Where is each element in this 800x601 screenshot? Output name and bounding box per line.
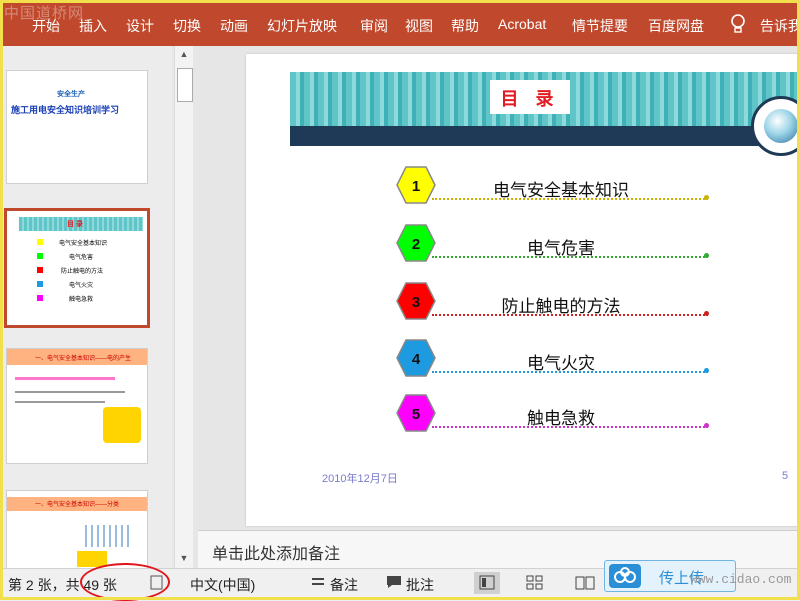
slide-header-dark-band: [290, 126, 800, 146]
lightbulb-icon[interactable]: [729, 13, 747, 40]
thumb-4-title: 一、电气安全基本知识——分类: [35, 502, 120, 508]
thumb-3-line-3: [15, 401, 105, 403]
slide-thumbnail-2[interactable]: 目 录 电气安全基本知识 电气危害 防止触电的方法 电气火灾 触电急救: [4, 208, 150, 328]
slide-thumbnail-1[interactable]: 安全生产 施工用电安全知识培训学习: [6, 70, 148, 184]
reading-view-button[interactable]: [572, 572, 598, 594]
slide-page-number: 5: [782, 470, 789, 482]
cloud-upload-icon: [609, 564, 641, 588]
thumb-2-item-3: 防止触电的方法: [61, 269, 104, 275]
tab-acrobat[interactable]: Acrobat: [498, 16, 546, 32]
toc-end-dot-3: [704, 311, 709, 316]
thumb-2-item-1: 电气安全基本知识: [59, 241, 108, 247]
thumb-1-title: 施工用电安全知识培训学习: [11, 105, 120, 115]
language-indicator[interactable]: 中文(中国): [190, 575, 255, 595]
slide-editing-area: 目 录 1 电气安全基本知识 2 电气危害 3 防止触电的方法 4 电气火灾 5…: [198, 46, 800, 530]
toc-dotted-line-1: [432, 198, 708, 200]
slide-thumbnail-3[interactable]: 一、电气安全基本知识——电的产生: [6, 348, 148, 464]
svg-text:1: 1: [412, 178, 420, 195]
ribbon-tab-bar: 中国道桥网 开始 插入 设计 切换 动画 幻灯片放映 审阅 视图 帮助 Acro…: [0, 0, 800, 46]
toc-dotted-line-4: [432, 371, 708, 373]
hexagon-5-icon: 5: [396, 394, 436, 432]
current-slide[interactable]: 目 录 1 电气安全基本知识 2 电气危害 3 防止触电的方法 4 电气火灾 5…: [246, 54, 800, 526]
toc-end-dot-4: [704, 368, 709, 373]
thumb-3-callout: [103, 407, 141, 443]
thumb-2-hex-5: [37, 295, 43, 301]
notes-toggle[interactable]: 备注: [330, 575, 358, 595]
comments-toggle[interactable]: 批注: [406, 575, 434, 595]
toc-end-dot-2: [704, 253, 709, 258]
thumb-3-line-2: [15, 391, 125, 393]
svg-text:2: 2: [412, 236, 420, 253]
thumb-2-title: 目 录: [67, 221, 83, 228]
slide-date: 2010年12月7日: [322, 473, 398, 485]
toc-item-4[interactable]: 4 电气火灾: [396, 339, 716, 379]
hexagon-4-icon: 4: [396, 339, 436, 377]
thumbnail-scrollbar[interactable]: ▲ ▼: [174, 46, 193, 568]
toc-dotted-line-2: [432, 256, 708, 258]
normal-view-button[interactable]: [474, 572, 500, 594]
slide-sorter-view-button[interactable]: [522, 572, 548, 594]
tab-help[interactable]: 帮助: [451, 16, 479, 36]
tab-tell-me[interactable]: 告诉我: [760, 16, 800, 36]
notes-icon[interactable]: [310, 575, 326, 594]
tab-baidu-netdisk[interactable]: 百度网盘: [648, 16, 704, 36]
tab-storyboard[interactable]: 情节提要: [572, 16, 628, 36]
toc-item-3[interactable]: 3 防止触电的方法: [396, 282, 716, 322]
tab-review[interactable]: 审阅: [360, 16, 388, 36]
scroll-down-icon[interactable]: ▼: [175, 550, 193, 566]
toc-item-5[interactable]: 5 触电急救: [396, 394, 716, 434]
tab-design[interactable]: 设计: [126, 16, 154, 36]
thumb-3-line: [15, 377, 115, 380]
slide-thumbnail-4[interactable]: 一、电气安全基本知识——分类: [6, 490, 148, 574]
tab-slideshow[interactable]: 幻灯片放映: [267, 16, 337, 36]
thumb-2-item-2: 电气危害: [69, 255, 94, 261]
toc-end-dot-1: [704, 195, 709, 200]
thumb-2-hex-1: [37, 239, 43, 245]
thumb-2-hex-4: [37, 281, 43, 287]
hexagon-1-icon: 1: [396, 166, 436, 204]
toc-dotted-line-5: [432, 426, 708, 428]
thumb-2-item-5: 触电急救: [69, 297, 94, 303]
thumb-3-title: 一、电气安全基本知识——电的产生: [35, 356, 132, 362]
comment-icon[interactable]: [386, 575, 402, 594]
scrollbar-thumb[interactable]: [177, 68, 193, 102]
tab-home[interactable]: 开始: [32, 16, 60, 36]
thumb-2-hex-2: [37, 253, 43, 259]
thumb-2-hex-3: [37, 267, 43, 273]
tab-transitions[interactable]: 切换: [173, 16, 201, 36]
hexagon-2-icon: 2: [396, 224, 436, 262]
thumb-1-small-label: 安全生产: [57, 91, 85, 98]
toc-dotted-line-3: [432, 314, 708, 316]
toc-item-2[interactable]: 2 电气危害: [396, 224, 716, 264]
slide-title[interactable]: 目 录: [490, 85, 570, 111]
tab-view[interactable]: 视图: [405, 16, 433, 36]
slide-thumbnail-pane: 安全生产 施工用电安全知识培训学习 目 录 电气安全基本知识 电气危害 防止触电…: [0, 46, 172, 574]
tab-insert[interactable]: 插入: [79, 16, 107, 36]
red-annotation-ellipse: [80, 563, 170, 601]
svg-text:3: 3: [412, 294, 420, 311]
scroll-up-icon[interactable]: ▲: [175, 46, 193, 62]
svg-text:4: 4: [412, 351, 421, 368]
site-watermark: www.cidao.com: [690, 572, 792, 587]
hexagon-3-icon: 3: [396, 282, 436, 320]
notes-placeholder[interactable]: 单击此处添加备注: [212, 540, 340, 564]
svg-text:5: 5: [412, 406, 420, 423]
thumb-4-wave: [85, 525, 133, 547]
thumb-2-item-4: 电气火灾: [69, 283, 94, 289]
tab-animations[interactable]: 动画: [220, 16, 248, 36]
globe-icon: [751, 96, 800, 156]
toc-item-1[interactable]: 1 电气安全基本知识: [396, 166, 716, 206]
toc-end-dot-5: [704, 423, 709, 428]
